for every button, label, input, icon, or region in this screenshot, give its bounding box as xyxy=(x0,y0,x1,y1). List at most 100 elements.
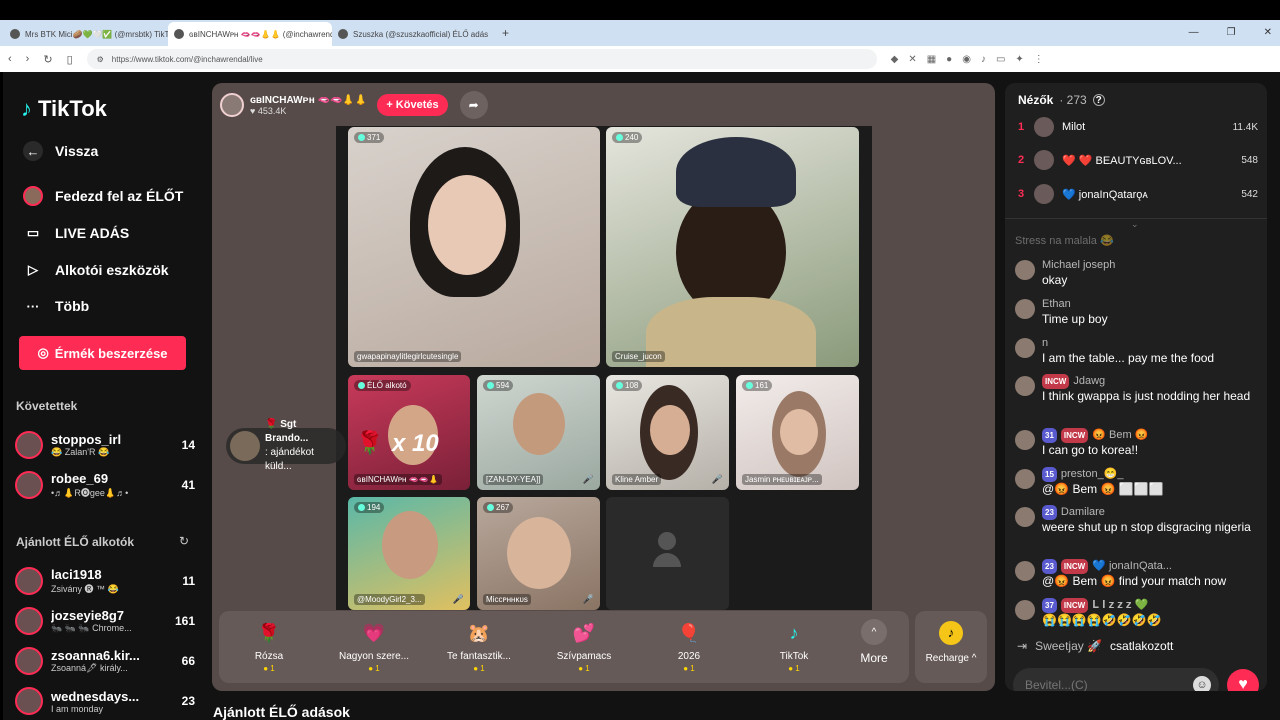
nav-more[interactable]: ··· Több xyxy=(23,296,90,316)
extension-icon[interactable]: ✦ xyxy=(1015,54,1023,65)
refresh-icon[interactable]: ↻ xyxy=(179,534,189,548)
forward-arrow-icon[interactable]: › xyxy=(26,53,30,65)
guest-video xyxy=(382,511,438,579)
coin-price: ● 1 xyxy=(683,664,695,673)
recommended-item[interactable]: laci1918 Zsivány 🅡 ™ 😂 11 xyxy=(15,564,195,598)
coin-price: ● 1 xyxy=(473,664,485,673)
extension-icon[interactable]: ◆ xyxy=(891,54,899,65)
rose-icon: 🌹 xyxy=(356,430,384,455)
nav-creator-tools[interactable]: ▷ Alkotói eszközök xyxy=(23,260,169,280)
avatar xyxy=(1015,338,1035,358)
chat-message: INCW Jdawg I think gwappa is just nodding … xyxy=(1015,374,1260,404)
avatar xyxy=(15,471,43,499)
level-badge: 31 xyxy=(1042,428,1057,443)
muted-mic-icon: 🎤 xyxy=(711,474,723,484)
empty-seat[interactable] xyxy=(606,497,729,610)
info-icon[interactable]: ? xyxy=(1092,94,1105,106)
back-arrow-icon[interactable]: ‹ xyxy=(8,53,12,65)
share-icon[interactable]: ➦ xyxy=(459,91,488,119)
extension-icon[interactable]: ♪ xyxy=(981,54,986,65)
recommended-heading: Ajánlott ÉLŐ alkotók xyxy=(16,535,135,549)
chevron-up-icon: ^ xyxy=(861,619,887,645)
ranking-row[interactable]: 3 💙 jonaInQatarǫᴀ 542 xyxy=(1018,183,1258,205)
follow-button[interactable]: + Követés xyxy=(377,94,448,116)
tiktok-app: ♪ TikTok ← Vissza Fedezd fel az ÉLŐT ▭ LIVE… xyxy=(3,72,1280,720)
window-controls: — ❐ ✕ xyxy=(1189,27,1272,38)
chat-message: Ethan Time up boy xyxy=(1015,297,1260,327)
bookmark-icon[interactable]: ▯ xyxy=(67,53,73,66)
ranking-row[interactable]: 1 Milot 11.4K xyxy=(1018,116,1258,138)
guest-tile[interactable]: 371 gwapapinaylitlegirlcutesingle xyxy=(348,127,600,367)
extension-icon[interactable]: ✕ xyxy=(908,54,916,65)
nav-explore-live[interactable]: Fedezd fel az ÉLŐT xyxy=(23,186,183,206)
guest-video xyxy=(513,393,565,455)
host-avatar[interactable] xyxy=(220,93,244,117)
following-item[interactable]: stoppos_irl 😂 Zalan'R 😂 14 xyxy=(15,428,195,462)
browser-tab-1[interactable]: Mrs BTK Mici🥔💚🤍✅ (@mrsbtk) TikTok xyxy=(4,22,168,46)
new-tab-icon[interactable]: + xyxy=(496,26,515,46)
expand-chevron-icon[interactable]: ⌄ xyxy=(1131,219,1139,230)
avatar xyxy=(1015,469,1035,489)
window-close-icon[interactable]: ✕ xyxy=(1264,27,1272,38)
extension-icon[interactable]: ▭ xyxy=(996,54,1005,65)
viewers-header[interactable]: Nézők · 273? xyxy=(1018,93,1105,107)
url-field[interactable]: ⚙ https://www.tiktok.com/@inchawrendal/li… xyxy=(86,49,877,69)
chat-message: 31 INCW 😡 Bem 😡 I can go to korea!! xyxy=(1015,428,1260,458)
fan-badge: INCW xyxy=(1042,374,1070,389)
muted-mic-icon: 🎤 xyxy=(582,594,594,604)
extension-icon[interactable]: ▦ xyxy=(927,54,936,65)
join-icon: ⇥ xyxy=(1017,639,1028,653)
play-icon: ▷ xyxy=(28,262,38,277)
guest-video xyxy=(428,175,506,275)
guest-video xyxy=(507,517,571,589)
more-gifts-button[interactable]: ^ More xyxy=(849,619,899,665)
guest-tile[interactable]: 267 Miccᴘʜʜᴋᴜs 🎤 xyxy=(477,497,600,610)
reload-icon[interactable]: ↻ xyxy=(43,53,52,66)
extension-icon[interactable]: ◉ xyxy=(962,54,971,65)
following-item[interactable]: robee_69 •♬👃R🅞ɡee👃♬• 41 xyxy=(15,468,195,502)
gift-item[interactable]: ♪ TikTok ● 1 xyxy=(744,611,844,683)
arrow-left-icon: ← xyxy=(23,141,43,161)
recommended-item[interactable]: jozseyie8g7 🐜 🐜 🐜 Chrome... 161 xyxy=(15,604,195,638)
tab-favicon-icon xyxy=(338,29,348,39)
menu-dots-icon[interactable]: ⋮ xyxy=(1034,54,1044,65)
minimize-icon[interactable]: — xyxy=(1189,27,1199,38)
extension-icon[interactable]: ● xyxy=(946,54,952,65)
multi-guest-grid: 371 gwapapinaylitlegirlcutesingle 240 Cr… xyxy=(336,126,872,610)
gift-item[interactable]: 🐹 Te fantasztik... ● 1 xyxy=(429,611,529,683)
avatar xyxy=(1034,117,1054,137)
avatar-icon xyxy=(23,186,43,206)
guest-tile[interactable]: 594 [ZAN-DY-YEA]] 🎤 xyxy=(477,375,600,490)
guest-tile[interactable]: 108 Kline Amber 🎤 xyxy=(606,375,729,490)
recommended-item[interactable]: zsoanna6.kir... Zsoanná🖋 király... 66 xyxy=(15,644,195,678)
chat-input[interactable] xyxy=(1013,668,1219,691)
tiktok-note-icon: ♪ xyxy=(21,96,32,121)
gift-item[interactable]: 🎈 2026 ● 1 xyxy=(639,611,739,683)
avatar xyxy=(1034,150,1054,170)
avatar xyxy=(15,647,43,675)
get-coins-button[interactable]: ◎ Érmék beszerzése xyxy=(19,336,186,370)
tiktok-logo[interactable]: ♪ TikTok xyxy=(21,96,107,122)
gift-item[interactable]: 🌹 Rózsa ● 1 xyxy=(219,611,319,683)
gift-item[interactable]: 💗 Nagyon szere... ● 1 xyxy=(324,611,424,683)
rose-icon: 🌹 xyxy=(257,622,281,643)
restore-icon[interactable]: ❐ xyxy=(1227,27,1236,38)
guest-tile[interactable]: x 10 🌹 ÉLŐ alkotó ɢʙINCHAWᴘʜ 🫦🫦👃 xyxy=(348,375,470,490)
recharge-button[interactable]: ♪ Recharge ^ xyxy=(915,611,987,683)
level-badge: 37 xyxy=(1042,598,1057,613)
site-settings-icon[interactable]: ⚙ xyxy=(97,55,104,64)
browser-tab-2[interactable]: ɢʙINCHAWᴘʜ 🫦🫦👃👃 (@inchawrendal)✕ xyxy=(168,22,332,46)
back-link[interactable]: ← Vissza xyxy=(23,141,98,161)
guest-tile[interactable]: 240 Cruise_jucon xyxy=(606,127,859,367)
ranking-row[interactable]: 2 ❤️ ❤️ BEAUTYɢʙLOV... 548 xyxy=(1018,149,1258,171)
ellipsis-icon: ··· xyxy=(26,298,40,314)
guest-tile[interactable]: 194 @MoodyGirl2_3... 🎤 xyxy=(348,497,470,610)
guest-tile[interactable]: 161 Jasmin ᴘʜᴇᴜʙɪᴇᴀᴊᴘ... xyxy=(736,375,859,490)
nav-go-live[interactable]: ▭ LIVE ADÁS xyxy=(23,223,129,243)
heart-icon[interactable]: ♥ xyxy=(1227,669,1259,691)
browser-tab-3[interactable]: Szuszka (@szuszkaofficial) ÉLŐ adás xyxy=(332,22,496,46)
avatar xyxy=(15,431,43,459)
gift-item[interactable]: 💕 Szívpamacs ● 1 xyxy=(534,611,634,683)
emoji-icon[interactable]: ☺ xyxy=(1193,676,1211,691)
recommended-item[interactable]: wednesdays... I am monday 23 xyxy=(15,684,195,718)
